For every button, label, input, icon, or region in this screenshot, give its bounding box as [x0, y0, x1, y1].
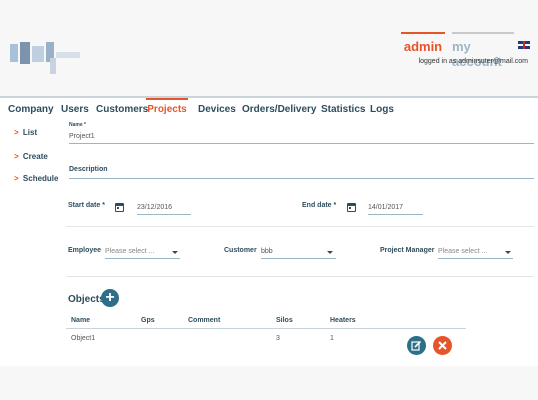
- description-input[interactable]: [69, 170, 534, 179]
- chevron-down-icon: [172, 251, 178, 254]
- add-object-button[interactable]: +: [101, 289, 119, 307]
- project-manager-label: Project Manager: [380, 247, 435, 254]
- main-nav: Company Users Customers Projects Devices…: [0, 98, 538, 120]
- cell-silos: 3: [276, 335, 280, 342]
- end-date-input[interactable]: 14/01/2017: [368, 204, 423, 215]
- nav-company[interactable]: Company: [8, 98, 54, 120]
- project-manager-select[interactable]: Please select ...: [438, 248, 513, 259]
- table-header-divider: [66, 328, 466, 329]
- employee-label: Employee: [68, 247, 102, 254]
- edit-icon: [411, 340, 422, 351]
- divider: [66, 276, 534, 277]
- uk-flag-icon[interactable]: [518, 41, 530, 49]
- column-header-silos: Silos: [276, 317, 293, 324]
- side-item-list[interactable]: > List: [14, 128, 37, 137]
- edit-button[interactable]: [407, 336, 426, 355]
- side-item-label: List: [22, 128, 38, 137]
- employee-select[interactable]: Please select ...: [105, 248, 180, 259]
- end-date-label: End date *: [302, 202, 337, 209]
- divider: [66, 226, 534, 227]
- calendar-icon[interactable]: [347, 203, 356, 212]
- column-header-heaters: Heaters: [330, 317, 356, 324]
- objects-title: Objects: [68, 294, 105, 305]
- side-item-create[interactable]: > Create: [14, 152, 48, 161]
- nav-orders-delivery[interactable]: Orders/Delivery: [242, 98, 317, 120]
- side-item-label: Create: [22, 152, 48, 161]
- chevron-down-icon: [327, 251, 333, 254]
- nav-users[interactable]: Users: [61, 98, 89, 120]
- nav-logs[interactable]: Logs: [370, 98, 394, 120]
- chevron-right-icon: >: [14, 152, 19, 161]
- close-icon: [438, 341, 447, 350]
- cell-name: Object1: [71, 335, 96, 342]
- nav-statistics[interactable]: Statistics: [321, 98, 365, 120]
- side-item-label: Schedule: [22, 174, 59, 183]
- footer-band: [0, 366, 538, 400]
- nav-admin-link[interactable]: admin: [401, 32, 445, 54]
- delete-button[interactable]: [433, 336, 452, 355]
- chevron-right-icon: >: [14, 174, 19, 183]
- side-item-schedule[interactable]: > Schedule: [14, 174, 58, 183]
- column-header-comment: Comment: [188, 317, 221, 324]
- calendar-icon[interactable]: [115, 203, 124, 212]
- start-date-label: Start date *: [68, 202, 105, 209]
- column-header-gps: Gps: [141, 317, 155, 324]
- nav-customers[interactable]: Customers: [96, 98, 148, 120]
- name-input[interactable]: Project1: [69, 133, 534, 144]
- name-label: Name *: [69, 122, 86, 128]
- chevron-down-icon: [505, 251, 511, 254]
- customer-label: Customer: [224, 247, 257, 254]
- start-date-input[interactable]: 23/12/2016: [137, 204, 191, 215]
- chevron-right-icon: >: [14, 128, 19, 137]
- logged-in-info: logged in as adminsuter@mail.com: [418, 58, 528, 65]
- company-logo: [10, 42, 82, 74]
- column-header-name: Name: [71, 317, 91, 324]
- nav-devices[interactable]: Devices: [198, 98, 236, 120]
- cell-heaters: 1: [330, 335, 334, 342]
- customer-select[interactable]: bbb: [261, 248, 336, 259]
- nav-projects[interactable]: Projects: [146, 98, 188, 120]
